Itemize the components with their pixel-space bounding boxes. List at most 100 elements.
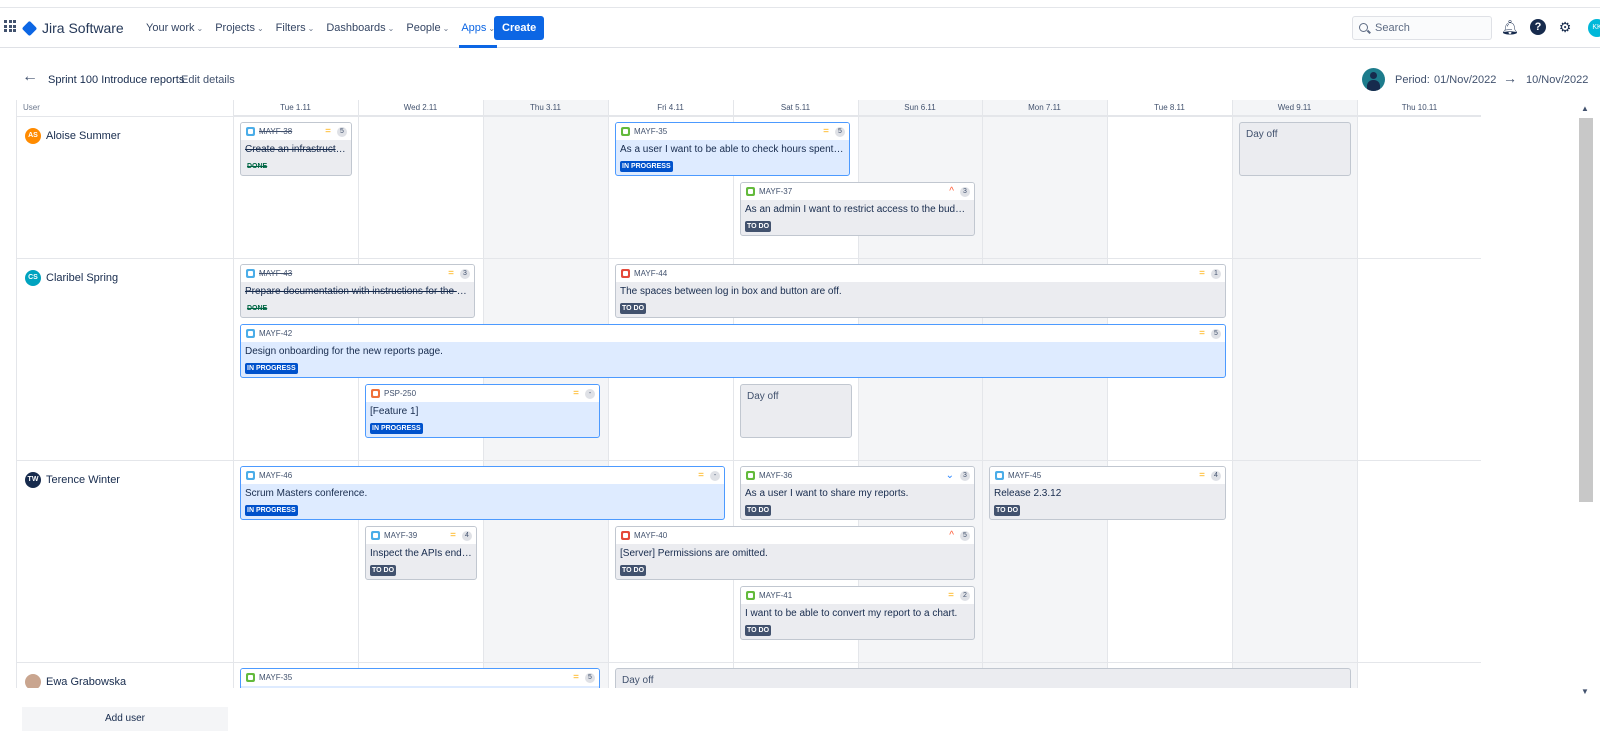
task-icon: [246, 471, 255, 480]
issue-card[interactable]: MAYF-40 ^ 5 [Server] Permissions are omitt…: [615, 526, 975, 580]
day-column: [1107, 100, 1232, 688]
settings-gear-icon[interactable]: ⚙: [1557, 19, 1573, 35]
chevron-down-icon: ⌄: [196, 24, 204, 33]
day-column: [608, 100, 733, 688]
chevron-down-icon: ⌄: [442, 24, 450, 33]
priority-high-icon: ^: [949, 186, 954, 197]
story-icon: [621, 127, 630, 136]
sprint-title: Sprint 100 Introduce reports: [48, 74, 185, 86]
day-column: [1232, 100, 1357, 688]
priority-medium-icon: =: [698, 470, 704, 481]
row-divider: [17, 460, 1481, 461]
day-column: [1357, 100, 1481, 688]
issue-card[interactable]: MAYF-42 = 5 Design onboarding for the new …: [240, 324, 1226, 378]
user-row-ewa[interactable]: Ewa Grabowska: [25, 674, 126, 688]
user-avatar[interactable]: [1362, 68, 1385, 91]
planning-board: User Tue 1.11 Wed 2.11 Thu 3.11 Fri 4.11…: [16, 100, 1481, 688]
period-end[interactable]: 10/Nov/2022: [1526, 74, 1588, 86]
day-column: [982, 100, 1107, 688]
avatar: TW: [25, 472, 41, 488]
user-row-claribel[interactable]: CS Claribel Spring: [25, 270, 118, 286]
priority-medium-icon: =: [573, 388, 579, 399]
priority-medium-icon: =: [1199, 328, 1205, 339]
bug-icon: [621, 269, 630, 278]
day-header: Tue 1.11: [233, 100, 358, 116]
day-header: Mon 7.11: [982, 100, 1107, 116]
avatar: AS: [25, 128, 41, 144]
day-off-block: Day off: [740, 384, 852, 438]
priority-medium-icon: =: [1199, 268, 1205, 279]
issue-card[interactable]: PSP-250 = - [Feature 1] IN PROGRESS: [365, 384, 600, 438]
chevron-down-icon: ⌄: [387, 24, 395, 33]
nav-filters[interactable]: Filters ⌄: [270, 8, 321, 48]
issue-card[interactable]: MAYF-37 ^ 3 As an admin I want to restrict…: [740, 182, 975, 236]
issue-card[interactable]: MAYF-35 = 5: [240, 668, 600, 688]
task-icon: [246, 269, 255, 278]
user-row-aloise[interactable]: AS Aloise Summer: [25, 128, 121, 144]
issue-card[interactable]: MAYF-35 = 5 As a user I want to be able to…: [615, 122, 850, 176]
row-divider: [17, 258, 1481, 259]
issue-card[interactable]: MAYF-38 = 5 Create an infrastructu... DONE: [240, 122, 352, 176]
main-menu: Your work ⌄ Projects ⌄ Filters ⌄ Dashboards…: [140, 8, 501, 48]
issue-card[interactable]: MAYF-44 = 1 The spaces between log in box …: [615, 264, 1226, 318]
row-divider: [17, 116, 1481, 117]
arrow-right-icon: →: [1503, 70, 1517, 86]
help-icon[interactable]: ?: [1530, 19, 1546, 35]
issue-card[interactable]: MAYF-45 = 4 Release 2.3.12 TO DO: [989, 466, 1226, 520]
day-header: Thu 3.11: [483, 100, 608, 116]
add-user-button[interactable]: Add user: [22, 707, 228, 731]
priority-medium-icon: =: [823, 126, 829, 137]
day-header: Sat 5.11: [733, 100, 858, 116]
back-arrow-icon[interactable]: ←: [22, 68, 38, 86]
story-icon: [746, 591, 755, 600]
nav-projects[interactable]: Projects ⌄: [209, 8, 269, 48]
scrollbar-thumb[interactable]: [1579, 118, 1593, 502]
avatar: [25, 674, 41, 688]
priority-highest-icon: ^: [949, 530, 954, 541]
top-navigation: Jira Software Your work ⌄ Projects ⌄ Filte…: [0, 8, 1600, 48]
scroll-down-icon: ▼: [1581, 687, 1589, 696]
task-icon: [246, 127, 255, 136]
jira-diamond-icon: [21, 20, 38, 36]
day-header: Wed 2.11: [358, 100, 483, 116]
issue-card[interactable]: MAYF-41 = 2 I want to be able to convert m…: [740, 586, 975, 640]
profile-avatar[interactable]: KK: [1588, 19, 1600, 37]
create-button[interactable]: Create: [494, 16, 545, 40]
vertical-scrollbar[interactable]: ▲ ▼: [1578, 104, 1594, 700]
issue-card[interactable]: MAYF-36 ⌄ 3 As a user I want to share my r…: [740, 466, 975, 520]
nav-your-work[interactable]: Your work ⌄: [140, 8, 209, 48]
sprint-header: ← Sprint 100 Introduce reports Edit deta…: [0, 66, 1600, 94]
user-row-terence[interactable]: TW Terence Winter: [25, 472, 120, 488]
issue-card[interactable]: MAYF-39 = 4 Inspect the APIs endp... TO DO: [365, 526, 477, 580]
day-header: Thu 10.11: [1357, 100, 1481, 116]
priority-medium-icon: =: [948, 590, 954, 601]
period-label: Period:: [1395, 74, 1430, 86]
chevron-down-icon: ⌄: [307, 24, 315, 33]
notifications-icon[interactable]: 🔔︎: [1501, 19, 1519, 35]
day-column: [233, 100, 358, 688]
feature-icon: [371, 389, 380, 398]
day-header: Wed 9.11: [1232, 100, 1357, 116]
issue-card[interactable]: MAYF-43 = 3 Prepare documentation with ins…: [240, 264, 475, 318]
search-input[interactable]: Search: [1352, 16, 1492, 40]
issue-card[interactable]: MAYF-46 = - Scrum Masters conference. IN PR…: [240, 466, 725, 520]
priority-low-icon: ⌄: [945, 470, 954, 481]
jira-logo[interactable]: Jira Software: [21, 20, 124, 36]
scroll-up-icon: ▲: [1581, 104, 1589, 113]
edit-details-link[interactable]: Edit details: [181, 74, 235, 86]
day-header: Sun 6.11: [858, 100, 982, 116]
nav-dashboards[interactable]: Dashboards ⌄: [320, 8, 400, 48]
period-start[interactable]: 01/Nov/2022: [1434, 74, 1496, 86]
priority-medium-icon: =: [450, 530, 456, 541]
day-off-block: Day off: [1239, 122, 1351, 176]
task-icon: [995, 471, 1004, 480]
app-switcher-icon[interactable]: [4, 20, 16, 32]
day-header: Fri 4.11: [608, 100, 733, 116]
priority-medium-icon: =: [448, 268, 454, 279]
story-icon: [246, 673, 255, 682]
search-icon: [1359, 23, 1368, 32]
priority-medium-icon: =: [325, 126, 331, 137]
day-header: Tue 8.11: [1107, 100, 1232, 116]
nav-people[interactable]: People ⌄: [400, 8, 455, 48]
priority-medium-icon: =: [1199, 470, 1205, 481]
